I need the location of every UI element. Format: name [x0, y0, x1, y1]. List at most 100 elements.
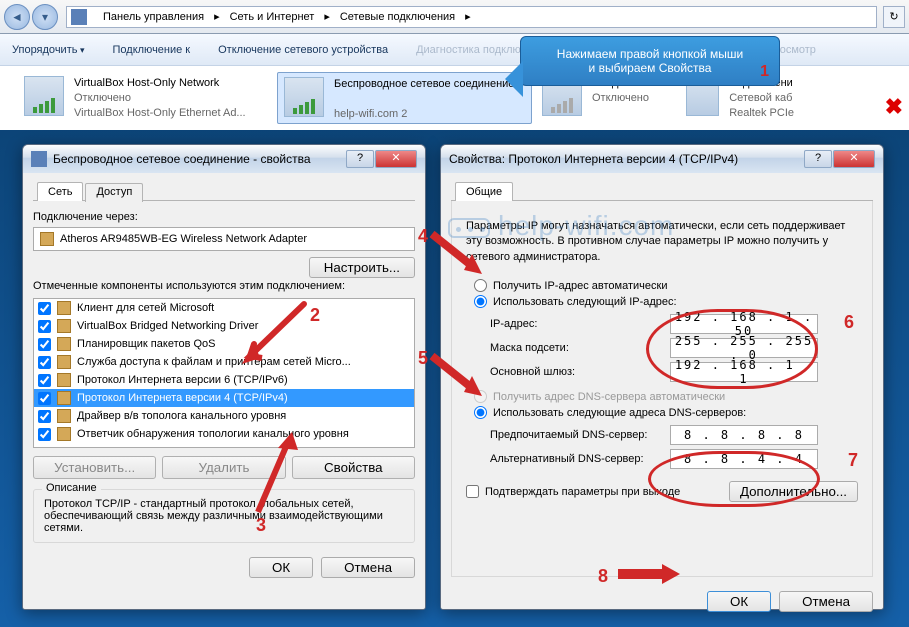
component-checkbox[interactable]	[38, 428, 51, 441]
description-title: Описание	[42, 482, 101, 494]
connection-item[interactable]: VirtualBox Host-Only Network Отключено V…	[18, 72, 273, 124]
component-label: Планировщик пакетов QoS	[77, 338, 216, 350]
arrow-icon	[428, 230, 488, 280]
component-item[interactable]: Ответчик обнаружения топологии канальног…	[34, 425, 414, 443]
component-checkbox[interactable]	[38, 356, 51, 369]
component-item[interactable]: Планировщик пакетов QoS	[34, 335, 414, 353]
component-checkbox[interactable]	[38, 374, 51, 387]
breadcrumb[interactable]: Панель управления	[93, 11, 214, 23]
breadcrumb[interactable]: Сетевые подключения	[330, 11, 465, 23]
connect-to-menu[interactable]: Подключение к	[113, 44, 191, 56]
component-item[interactable]: Клиент для сетей Microsoft	[34, 299, 414, 317]
ok-button[interactable]: ОК	[707, 591, 771, 612]
callout-text: Нажимаем правой кнопкой мыши	[535, 47, 765, 61]
component-checkbox[interactable]	[38, 392, 51, 405]
tabs: Общие	[451, 181, 873, 201]
mask-label: Маска подсети:	[490, 342, 670, 354]
nav-back-button[interactable]: ◄	[4, 4, 30, 30]
address-field[interactable]: Панель управления▸ Сеть и Интернет▸ Сете…	[66, 6, 877, 28]
components-list[interactable]: Клиент для сетей Microsoft VirtualBox Br…	[33, 298, 415, 448]
annotation-oval-7	[648, 451, 820, 507]
configure-button[interactable]: Настроить...	[309, 257, 415, 278]
component-checkbox[interactable]	[38, 410, 51, 423]
help-button[interactable]: ?	[346, 150, 374, 168]
annotation-3: 3	[256, 515, 266, 536]
wifi-adapter-icon	[284, 77, 324, 117]
tab-access[interactable]: Доступ	[85, 183, 143, 202]
radio-label: Получить адрес DNS-сервера автоматически	[493, 391, 725, 403]
arrow-icon	[614, 560, 684, 588]
radio-label: Получить IP-адрес автоматически	[493, 280, 667, 292]
refresh-button[interactable]: ↻	[883, 6, 905, 28]
label: Отмеченные компоненты используются этим …	[33, 278, 415, 292]
dialog-title: Беспроводное сетевое соединение - свойст…	[53, 152, 311, 166]
control-panel-icon	[71, 9, 87, 25]
properties-button[interactable]: Свойства	[292, 456, 415, 479]
help-button[interactable]: ?	[804, 150, 832, 168]
organize-menu[interactable]: Упорядочить	[12, 44, 85, 56]
properties-dialog: Беспроводное сетевое соединение - свойст…	[22, 144, 426, 610]
cancel-button[interactable]: Отмена	[321, 557, 415, 578]
component-icon	[57, 355, 71, 369]
component-checkbox[interactable]	[38, 320, 51, 333]
ip-label: IP-адрес:	[490, 318, 670, 330]
ok-button[interactable]: ОК	[249, 557, 313, 578]
install-button[interactable]: Установить...	[33, 456, 156, 479]
close-button[interactable]: ✕	[375, 150, 417, 168]
label: Подключение через:	[33, 211, 415, 223]
dns2-label: Альтернативный DNS-сервер:	[490, 453, 670, 465]
adapter-field: Atheros AR9485WB-EG Wireless Network Ada…	[33, 227, 415, 251]
adapter-name: Atheros AR9485WB-EG Wireless Network Ada…	[60, 233, 307, 245]
annotation-2: 2	[310, 305, 320, 326]
component-label: Ответчик обнаружения топологии канальног…	[77, 428, 349, 440]
disable-device-menu[interactable]: Отключение сетевого устройства	[218, 44, 388, 56]
radio-label: Использовать следующие адреса DNS-сервер…	[493, 407, 746, 419]
radio-manual-dns[interactable]	[474, 406, 487, 419]
component-checkbox[interactable]	[38, 302, 51, 315]
connection-status: help-wifi.com 2	[334, 107, 514, 122]
connection-status: Отключено	[592, 91, 664, 106]
component-item-selected[interactable]: Протокол Интернета версии 4 (TCP/IPv4)	[34, 389, 414, 407]
component-icon	[57, 373, 71, 387]
titlebar[interactable]: Свойства: Протокол Интернета версии 4 (T…	[441, 145, 883, 173]
radio-manual-ip[interactable]	[474, 295, 487, 308]
component-checkbox[interactable]	[38, 338, 51, 351]
connection-device: VirtualBox Host-Only Ethernet Ad...	[74, 106, 246, 121]
titlebar[interactable]: Беспроводное сетевое соединение - свойст…	[23, 145, 425, 173]
gateway-label: Основной шлюз:	[490, 366, 670, 378]
tooltip-callout: Нажимаем правой кнопкой мыши и выбираем …	[520, 36, 780, 86]
dialog-icon	[31, 151, 47, 167]
callout-text: и выбираем Свойства	[535, 61, 765, 75]
connection-name: VirtualBox Host-Only Network	[74, 76, 246, 91]
tab-network[interactable]: Сеть	[37, 182, 83, 201]
dialog-title: Свойства: Протокол Интернета версии 4 (T…	[449, 152, 738, 166]
radio-label: Использовать следующий IP-адрес:	[493, 296, 677, 308]
component-icon	[57, 301, 71, 315]
adapter-icon	[40, 232, 54, 246]
component-icon	[57, 391, 71, 405]
cancel-button[interactable]: Отмена	[779, 591, 873, 612]
radio-auto-ip[interactable]	[474, 279, 487, 292]
nav-fwd-button[interactable]: ▾	[32, 4, 58, 30]
component-item[interactable]: Драйвер в/в тополога канального уровня	[34, 407, 414, 425]
close-button[interactable]: ✕	[833, 150, 875, 168]
breadcrumb[interactable]: Сеть и Интернет	[220, 11, 325, 23]
confirm-checkbox[interactable]	[466, 485, 479, 498]
arrow-icon	[244, 428, 304, 518]
annotation-6: 6	[844, 312, 854, 333]
component-item[interactable]: VirtualBox Bridged Networking Driver	[34, 317, 414, 335]
dns1-label: Предпочитаемый DNS-сервер:	[490, 429, 670, 441]
tab-general[interactable]: Общие	[455, 182, 513, 201]
connection-status: Отключено	[74, 91, 246, 106]
annotation-5: 5	[418, 348, 428, 369]
arrow-icon	[428, 352, 488, 402]
component-item[interactable]: Служба доступа к файлам и принтерам сете…	[34, 353, 414, 371]
annotation-7: 7	[848, 450, 858, 471]
connection-status: Сетевой каб	[729, 91, 794, 106]
tabs: Сеть Доступ	[33, 181, 415, 201]
address-bar: ◄ ▾ Панель управления▸ Сеть и Интернет▸ …	[0, 0, 909, 34]
dns1-input[interactable]: 8 . 8 . 8 . 8	[670, 425, 818, 445]
description-text: Протокол TCP/IP - стандартный протокол г…	[44, 498, 404, 534]
annotation-8: 8	[598, 566, 608, 587]
component-item[interactable]: Протокол Интернета версии 6 (TCP/IPv6)	[34, 371, 414, 389]
